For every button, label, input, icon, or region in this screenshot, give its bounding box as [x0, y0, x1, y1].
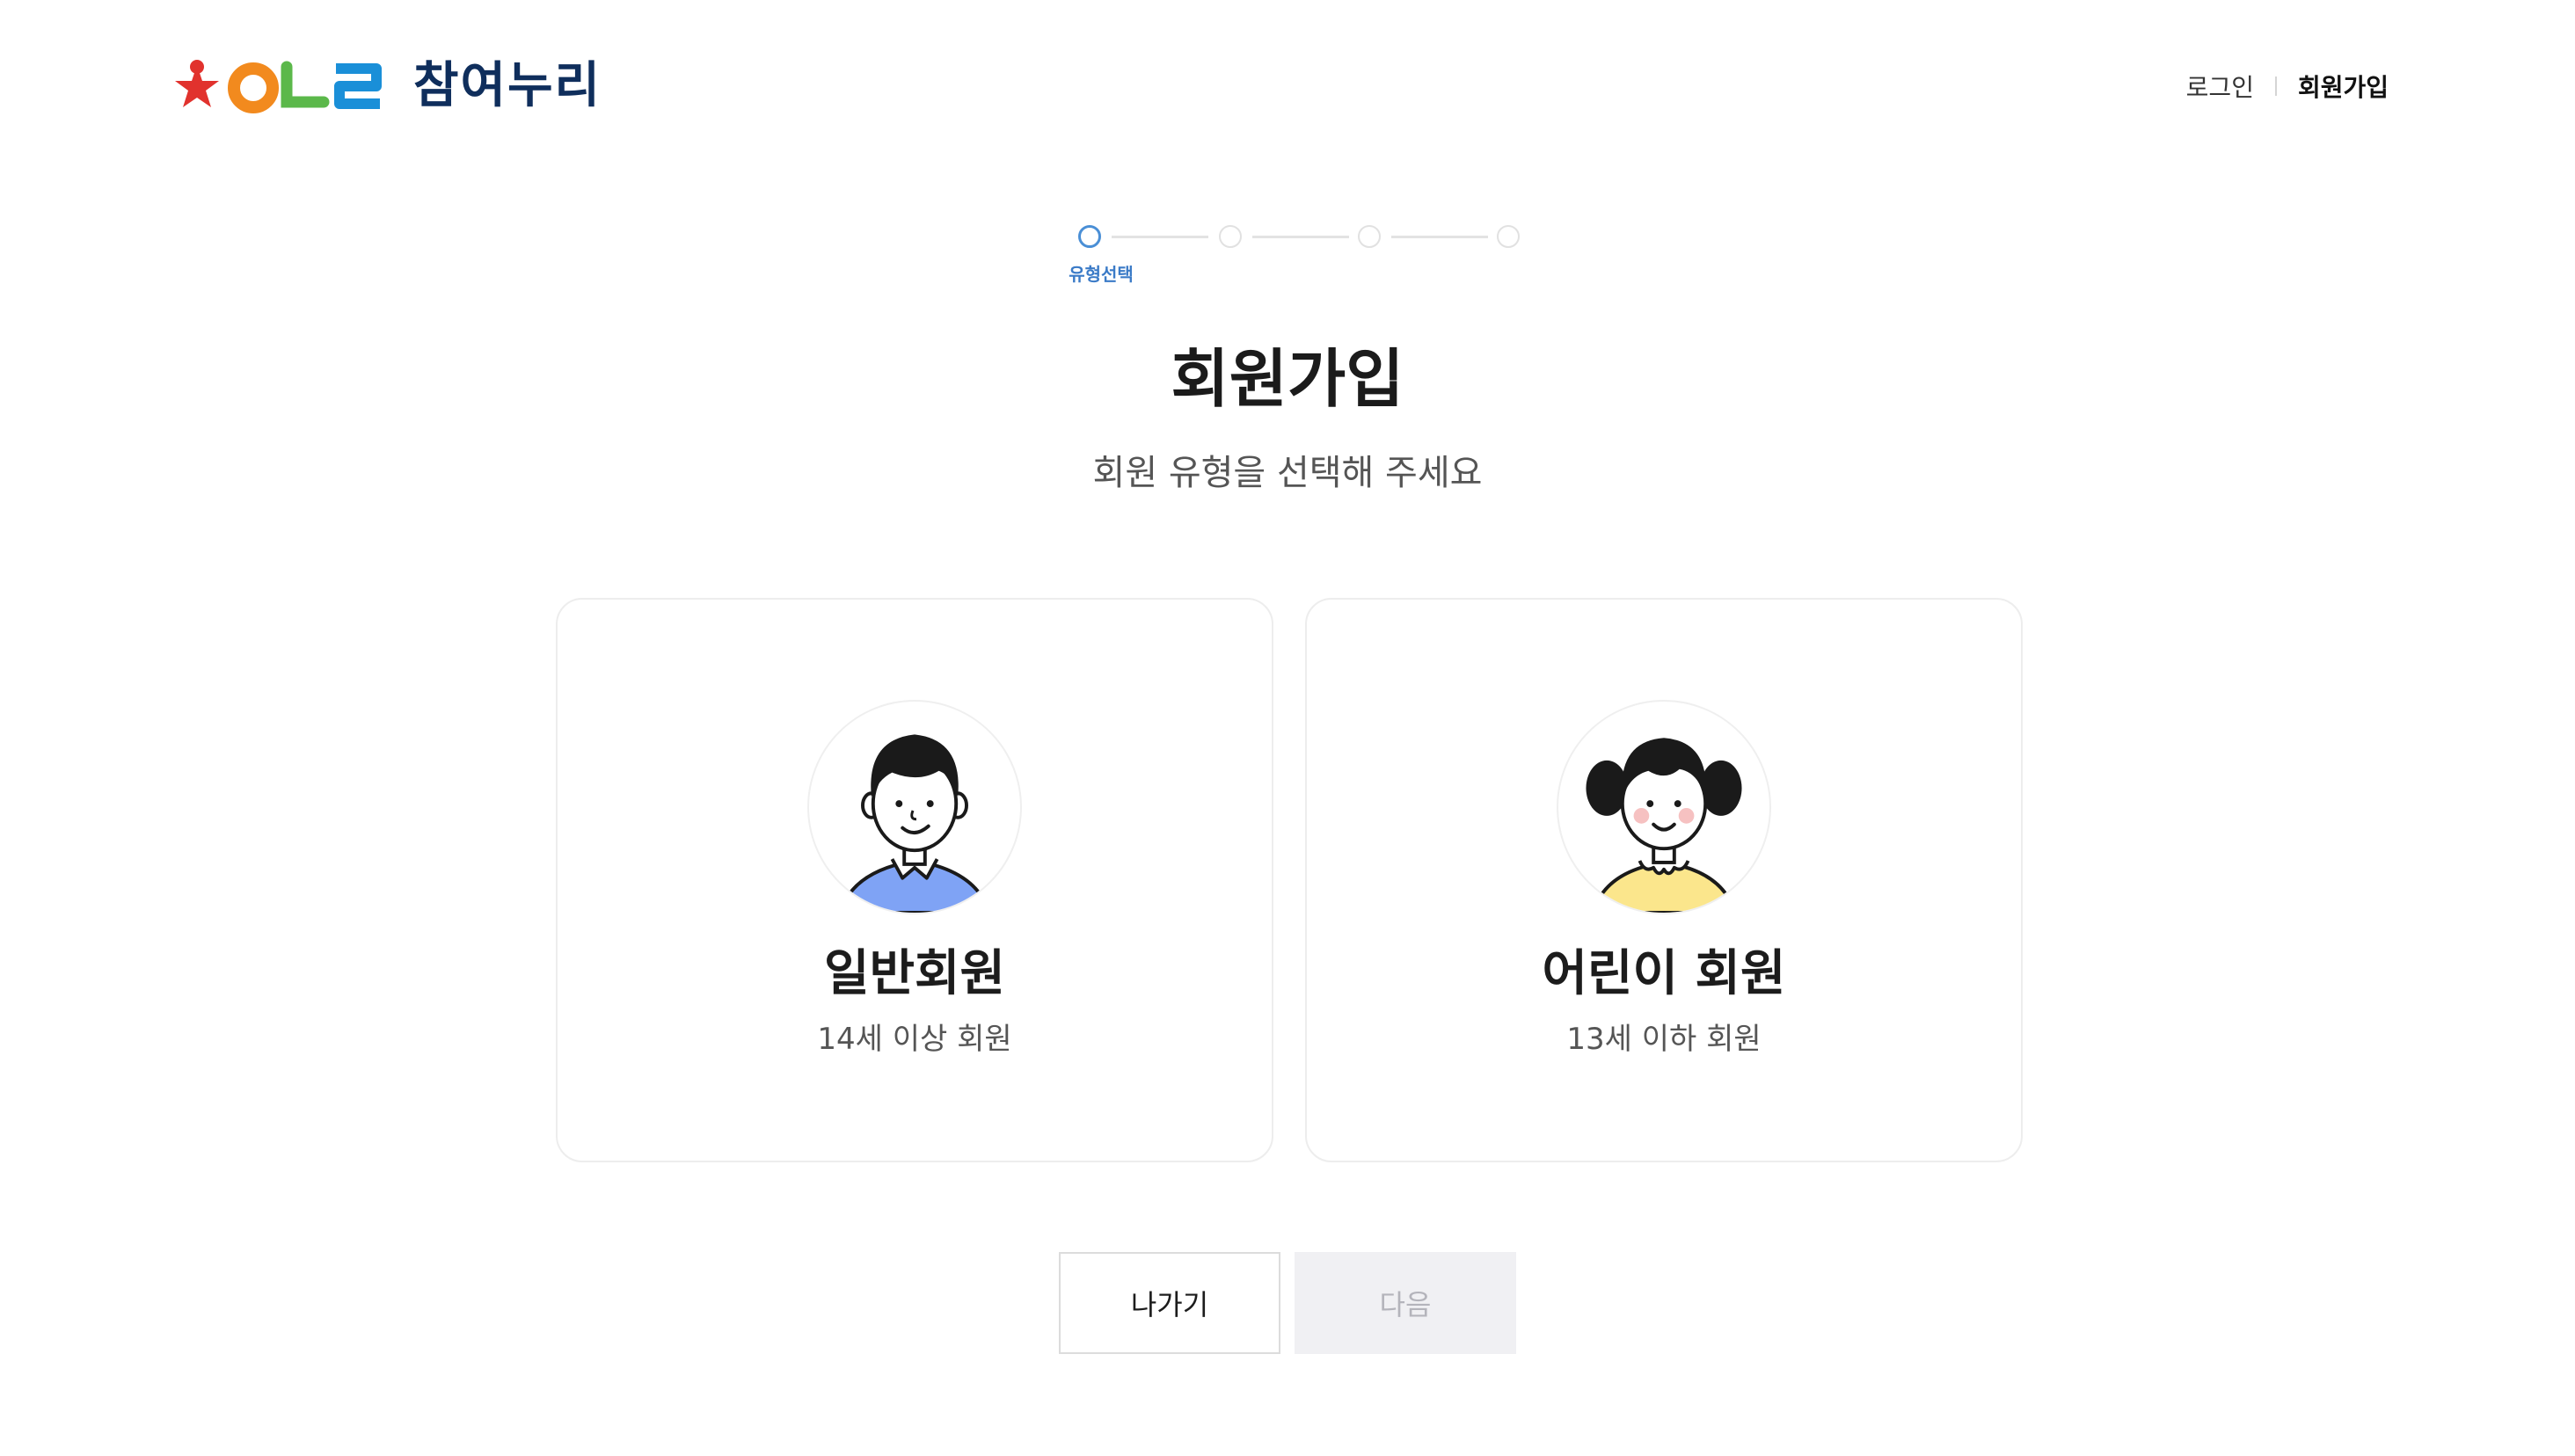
step-connector	[1252, 236, 1349, 238]
boy-avatar-icon	[807, 700, 1022, 914]
logo-text: 참여누리	[413, 57, 602, 114]
exit-button[interactable]: 나가기	[1059, 1252, 1280, 1354]
child-member-title: 어린이 회원	[1542, 945, 1786, 1002]
page-subtitle: 회원 유형을 선택해 주세요	[1092, 453, 1483, 493]
girl-avatar-icon	[1557, 700, 1771, 914]
child-member-card[interactable]: 어린이 회원 13세 이하 회원	[1305, 598, 2023, 1162]
step-2-indicator	[1219, 225, 1242, 248]
logo-mark-icon	[175, 60, 382, 113]
login-link[interactable]: 로그인	[2186, 69, 2254, 104]
step-1-indicator	[1078, 225, 1101, 248]
general-member-description: 14세 이상 회원	[817, 1022, 1012, 1057]
general-member-title: 일반회원	[823, 945, 1006, 1002]
signup-stepper: 유형선택	[1069, 225, 1536, 295]
logo-mark	[172, 58, 392, 114]
signup-page: 참여누리 로그인 회원가입 유형선택 회원가입 회원 유형을 선택해 주세요 일…	[0, 0, 2575, 1456]
signup-link[interactable]: 회원가입	[2298, 69, 2389, 104]
step-1-label: 유형선택	[1069, 264, 1134, 285]
step-connector	[1391, 236, 1488, 238]
header: 참여누리 로그인 회원가입	[0, 0, 2575, 176]
step-3-indicator	[1358, 225, 1381, 248]
step-connector	[1112, 236, 1208, 238]
header-nav: 로그인 회원가입	[2186, 67, 2389, 106]
next-button[interactable]: 다음	[1295, 1252, 1516, 1354]
nav-divider	[2274, 76, 2277, 96]
step-4-indicator	[1497, 225, 1520, 248]
page-title: 회원가입	[1171, 342, 1404, 416]
logo[interactable]: 참여누리	[172, 58, 602, 114]
general-member-card[interactable]: 일반회원 14세 이상 회원	[556, 598, 1273, 1162]
child-member-description: 13세 이하 회원	[1566, 1022, 1762, 1057]
